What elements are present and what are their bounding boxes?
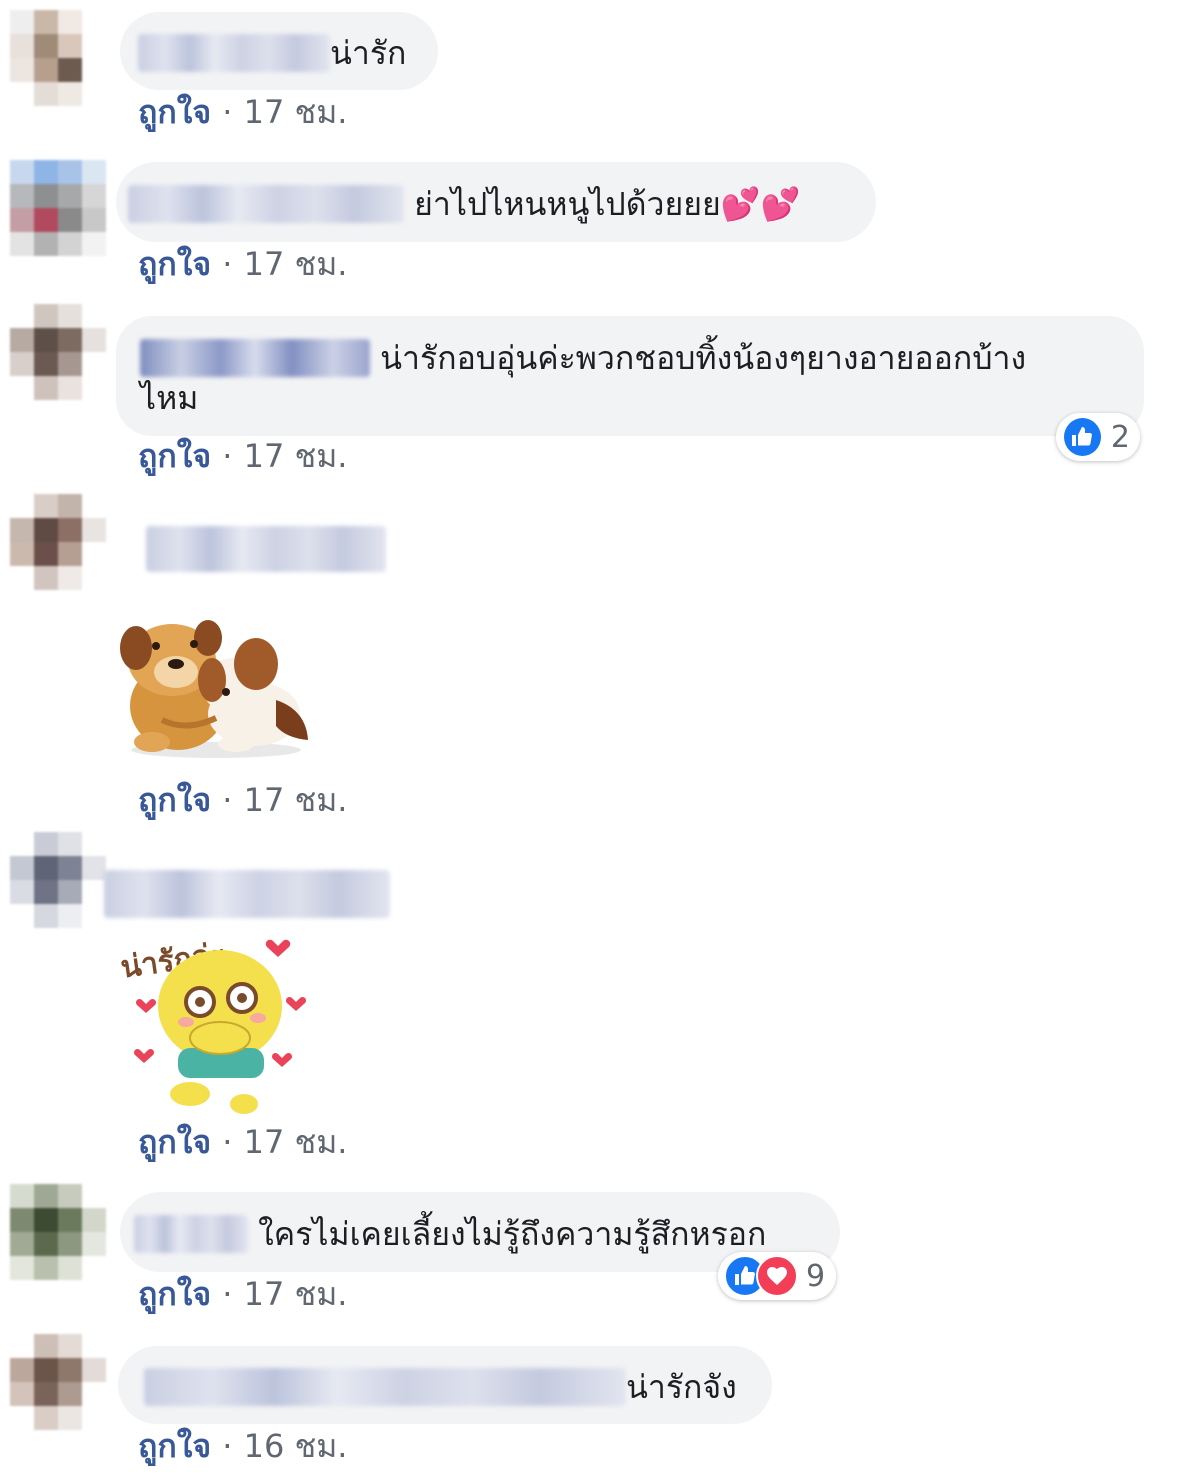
timestamp[interactable]: 17 ชม.: [244, 437, 348, 475]
comment-meta: ถูกใจ · 17 ชม.: [138, 92, 347, 132]
avatar[interactable]: [10, 10, 106, 106]
like-link[interactable]: ถูกใจ: [138, 781, 211, 819]
comment-bubble: น่ารักอบอุ่นค่ะพวกชอบทิ้งน้องๆยางอายออกบ…: [116, 316, 1144, 436]
timestamp[interactable]: 17 ชม.: [244, 1275, 348, 1313]
heart-emoji: 💕💕: [720, 185, 801, 223]
like-reaction-icon: [1062, 416, 1103, 458]
puppies-hug-sticker[interactable]: [116, 610, 316, 760]
comment-meta: ถูกใจ · 16 ชม.: [138, 1426, 347, 1466]
timestamp[interactable]: 17 ชม.: [244, 93, 348, 131]
reaction-count: 9: [806, 1258, 826, 1294]
comment-text: ย่าไปไหนหนูไปด้วยยย: [414, 185, 721, 223]
reaction-count: 2: [1110, 419, 1130, 455]
comment-meta: ถูกใจ · 17 ชม.: [138, 780, 347, 820]
comment-meta: ถูกใจ · 17 ชม.: [138, 1274, 347, 1314]
commenter-name[interactable]: [140, 339, 370, 377]
comment-meta: ถูกใจ · 17 ชม.: [138, 244, 347, 284]
like-link[interactable]: ถูกใจ: [138, 93, 211, 131]
commenter-name[interactable]: [138, 34, 330, 72]
yellow-character-sticker[interactable]: น่ารักอ่ะ: [116, 918, 307, 1118]
avatar[interactable]: [10, 160, 106, 256]
commenter-name[interactable]: [128, 185, 404, 223]
comment-text: น่ารัก: [330, 34, 407, 72]
timestamp[interactable]: 17 ชม.: [244, 245, 348, 283]
avatar[interactable]: [10, 832, 106, 928]
separator: ·: [222, 1427, 233, 1465]
comment-meta: ถูกใจ · 17 ชม.: [138, 1122, 347, 1162]
separator: ·: [222, 781, 233, 819]
commenter-name[interactable]: [104, 870, 390, 918]
reaction-summary[interactable]: 2: [1056, 413, 1140, 461]
timestamp[interactable]: 17 ชม.: [244, 1123, 348, 1161]
timestamp[interactable]: 16 ชม.: [244, 1427, 348, 1465]
separator: ·: [222, 1275, 233, 1313]
separator: ·: [222, 93, 233, 131]
commenter-name[interactable]: [146, 526, 386, 572]
like-link[interactable]: ถูกใจ: [138, 437, 211, 475]
comment-text: น่ารักจัง: [626, 1368, 737, 1406]
like-link[interactable]: ถูกใจ: [138, 1427, 211, 1465]
separator: ·: [222, 1123, 233, 1161]
love-reaction-icon: [756, 1255, 798, 1297]
avatar[interactable]: [10, 494, 106, 590]
commenter-name[interactable]: [144, 1368, 626, 1406]
avatar[interactable]: [10, 304, 106, 400]
timestamp[interactable]: 17 ชม.: [244, 781, 348, 819]
separator: ·: [222, 245, 233, 283]
like-link[interactable]: ถูกใจ: [138, 1275, 211, 1313]
comment-bubble: น่ารัก: [120, 12, 438, 90]
comment-text: ใครไม่เคยเลี้ยงไม่รู้ถึงความรู้สึกหรอก: [258, 1215, 767, 1253]
comment-bubble: น่ารักจัง: [118, 1346, 772, 1424]
comment-text-continued: ไหม: [140, 379, 199, 417]
comment-bubble: ย่าไปไหนหนูไปด้วยยย💕💕: [116, 162, 876, 242]
commenter-name[interactable]: [134, 1215, 248, 1253]
comment-meta: ถูกใจ · 17 ชม.: [138, 436, 347, 476]
avatar[interactable]: [10, 1184, 106, 1280]
avatar[interactable]: [10, 1334, 106, 1430]
like-link[interactable]: ถูกใจ: [138, 245, 211, 283]
comment-text: น่ารักอบอุ่นค่ะพวกชอบทิ้งน้องๆยางอายออกบ…: [380, 339, 1027, 377]
like-link[interactable]: ถูกใจ: [138, 1123, 211, 1161]
reaction-summary[interactable]: 9: [718, 1252, 836, 1300]
separator: ·: [222, 437, 233, 475]
